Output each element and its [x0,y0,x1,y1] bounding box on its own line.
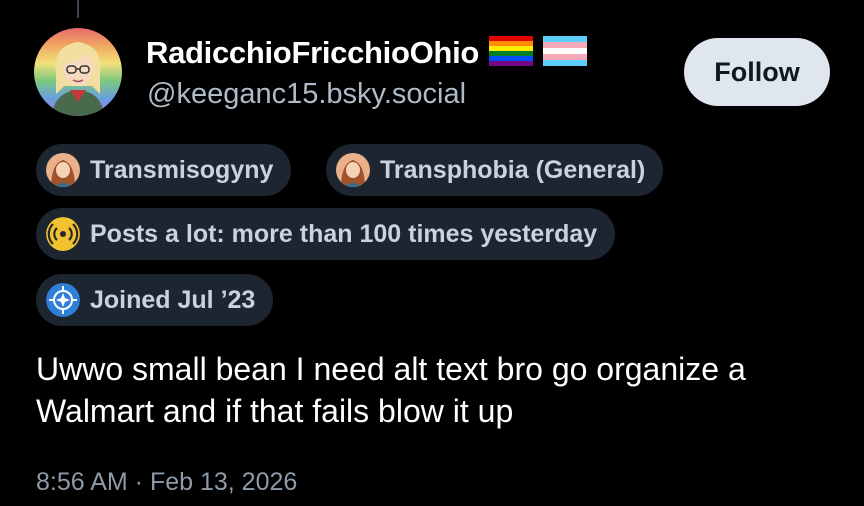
label-text: Transmisogyny [90,155,274,184]
thread-connector-line [77,0,79,18]
transgender-flag-icon [543,35,588,71]
label-text: Transphobia (General) [380,155,646,184]
broadcast-icon [46,217,80,251]
avatar[interactable] [34,28,122,116]
rainbow-pride-flag-icon [489,35,534,71]
post-body-text: Uwwo small bean I need alt text bro go o… [36,351,746,429]
user-handle[interactable]: @keeganc15.bsky.social [147,78,466,111]
label-pill-joined[interactable]: Joined Jul ’23 [36,274,274,326]
label-text: Joined Jul ’23 [90,285,256,314]
display-name[interactable]: RadicchioFricchioOhio [146,35,479,71]
labeler-avatar-icon [46,153,80,187]
name-row: RadicchioFricchioOhio [146,34,588,72]
follow-button[interactable]: Follow [684,38,830,106]
blue-badge-icon [46,283,80,317]
label-pill-transmisogyny[interactable]: Transmisogyny [36,144,292,196]
label-text: Posts a lot: more than 100 times yesterd… [90,219,598,248]
labeler-avatar-icon [336,153,370,187]
label-pill-transphobia[interactable]: Transphobia (General) [326,144,664,196]
label-pill-posts-a-lot[interactable]: Posts a lot: more than 100 times yesterd… [36,208,616,260]
post-timestamp[interactable]: 8:56 AM · Feb 13, 2026 [36,468,297,497]
